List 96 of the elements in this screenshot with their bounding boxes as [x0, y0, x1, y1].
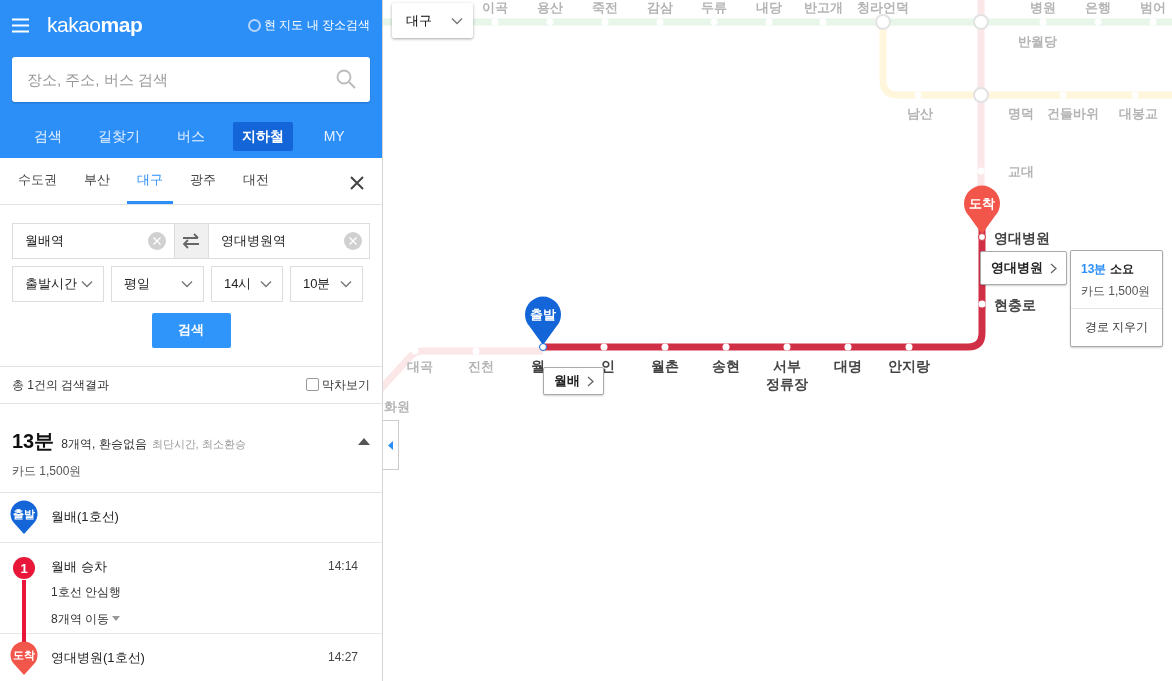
swap-arrows-icon — [181, 233, 201, 249]
transfer-station — [875, 14, 891, 30]
station-label: 건들바위 — [1047, 106, 1099, 121]
dropdown[interactable]: 10분 — [290, 265, 363, 302]
menu-icon[interactable] — [12, 17, 29, 33]
collapse-panel-handle[interactable] — [383, 420, 399, 470]
origin-field[interactable]: 월배역 — [12, 223, 174, 259]
station-label: 서부 정류장 — [766, 358, 808, 392]
station-dot — [914, 91, 922, 99]
station-label: 현충로 — [994, 297, 1036, 313]
dropdown[interactable]: 출발시간 — [12, 265, 104, 302]
station-label: 송현 — [712, 358, 740, 374]
result-count: 총 1건의 검색결과 — [12, 376, 110, 394]
station-dot — [783, 343, 791, 351]
station-dot — [977, 167, 985, 175]
region-tab[interactable]: 수도권 — [8, 158, 67, 204]
station-label: 두류 — [701, 0, 727, 15]
transfer-station — [973, 87, 989, 103]
station-name: 영대병원(1호선) — [51, 648, 145, 667]
station-dot — [661, 343, 669, 351]
region-tab[interactable]: 대구 — [127, 158, 173, 204]
station-label: 안지랑 — [888, 358, 930, 374]
station-label: 병원 — [1030, 0, 1056, 15]
station-callout[interactable]: 영대병원 — [980, 251, 1067, 285]
chevron-right-icon — [1049, 262, 1057, 274]
station-callout[interactable]: 월배 — [543, 367, 604, 395]
time: 14:27 — [327, 648, 358, 666]
destination-field[interactable]: 영대병원역 — [208, 223, 370, 259]
dropdown[interactable]: 14시 — [211, 265, 283, 302]
station-label: 청라언덕 — [857, 0, 909, 15]
station-label: 반고개 — [803, 0, 843, 15]
station-dot — [600, 343, 608, 351]
swap-button[interactable] — [173, 223, 209, 259]
station-label: 명덕 — [1008, 106, 1034, 121]
close-icon[interactable] — [350, 176, 364, 190]
region-tab[interactable]: 광주 — [180, 158, 226, 204]
route-tags: 최단시간, 최소환승 — [151, 435, 246, 452]
city-dropdown[interactable]: 대구 — [392, 3, 473, 38]
last-train-checkbox[interactable]: 막차보기 — [305, 375, 370, 394]
chevron-down-icon — [260, 279, 272, 288]
station-dot — [411, 347, 419, 355]
station-dot — [722, 343, 730, 351]
search-field[interactable]: 장소, 주소, 버스 검색 — [12, 57, 370, 102]
chevron-down-icon — [81, 279, 93, 288]
station-label: 이곡 — [482, 0, 508, 15]
boarding-station: 월배 승차 — [51, 557, 107, 576]
region-tab[interactable]: 대전 — [233, 158, 279, 204]
station-label: 교대 — [1008, 164, 1034, 179]
chevron-down-icon — [181, 279, 193, 288]
station-label: 대봉교 — [1118, 106, 1158, 121]
line-badge: 1 — [13, 556, 35, 579]
station-label: 대명 — [834, 358, 862, 374]
stops-toggle[interactable]: 8개역 이동 — [51, 609, 121, 628]
direction: 1호선 안심행 — [51, 583, 122, 601]
station-dot — [844, 343, 852, 351]
collapse-caret-icon[interactable] — [358, 436, 370, 445]
search-icon[interactable] — [336, 69, 356, 89]
station-label: 인 — [601, 358, 615, 374]
station-label: 진천 — [468, 359, 494, 374]
station-label: 월 — [531, 358, 545, 374]
chevron-right-icon — [586, 375, 594, 387]
fare: 카드 1,500원 — [12, 462, 83, 480]
start-marker: 출발 — [10, 500, 38, 534]
region-tab[interactable]: 부산 — [74, 158, 120, 204]
transfer-station — [973, 14, 989, 30]
clear-route-button[interactable]: 경로 지우기 — [1071, 309, 1162, 346]
dropdown[interactable]: 평일 — [111, 265, 204, 302]
start-marker: 출발 — [525, 296, 561, 345]
station-dot — [1131, 91, 1139, 99]
station-name: 월배(1호선) — [51, 508, 120, 527]
station-label: 감삼 — [647, 0, 673, 15]
station-label: 용산 — [537, 0, 563, 15]
chevron-down-icon — [340, 279, 352, 288]
station-dot — [905, 343, 913, 351]
chevron-down-icon — [451, 16, 463, 25]
station-label: 죽전 — [592, 0, 618, 15]
end-marker: 도착 — [10, 640, 38, 675]
fare: 카드 1,500원 — [1081, 283, 1152, 300]
end-marker: 도착 — [964, 185, 1000, 234]
station-label: 월촌 — [651, 358, 679, 374]
caret-left-icon — [387, 440, 393, 450]
station-label: 대곡 — [407, 359, 433, 374]
station-dot — [978, 300, 986, 308]
time: 14:14 — [327, 557, 358, 575]
station-label: 은행 — [1085, 0, 1111, 15]
station-dot — [1059, 91, 1067, 99]
station-label: 범어 — [1140, 0, 1166, 15]
station-label: 반월당 — [1018, 34, 1057, 49]
route-detail: 8개역, 환승없음 — [61, 435, 147, 453]
station-dot — [472, 347, 480, 355]
duration: 13분 — [12, 428, 55, 454]
caret-down-icon — [112, 616, 121, 621]
route-duration: 13분 소요 — [1081, 261, 1135, 278]
station-label: 남산 — [907, 106, 933, 121]
station-label: 내당 — [756, 0, 782, 15]
station-label: 화원 — [384, 399, 410, 414]
